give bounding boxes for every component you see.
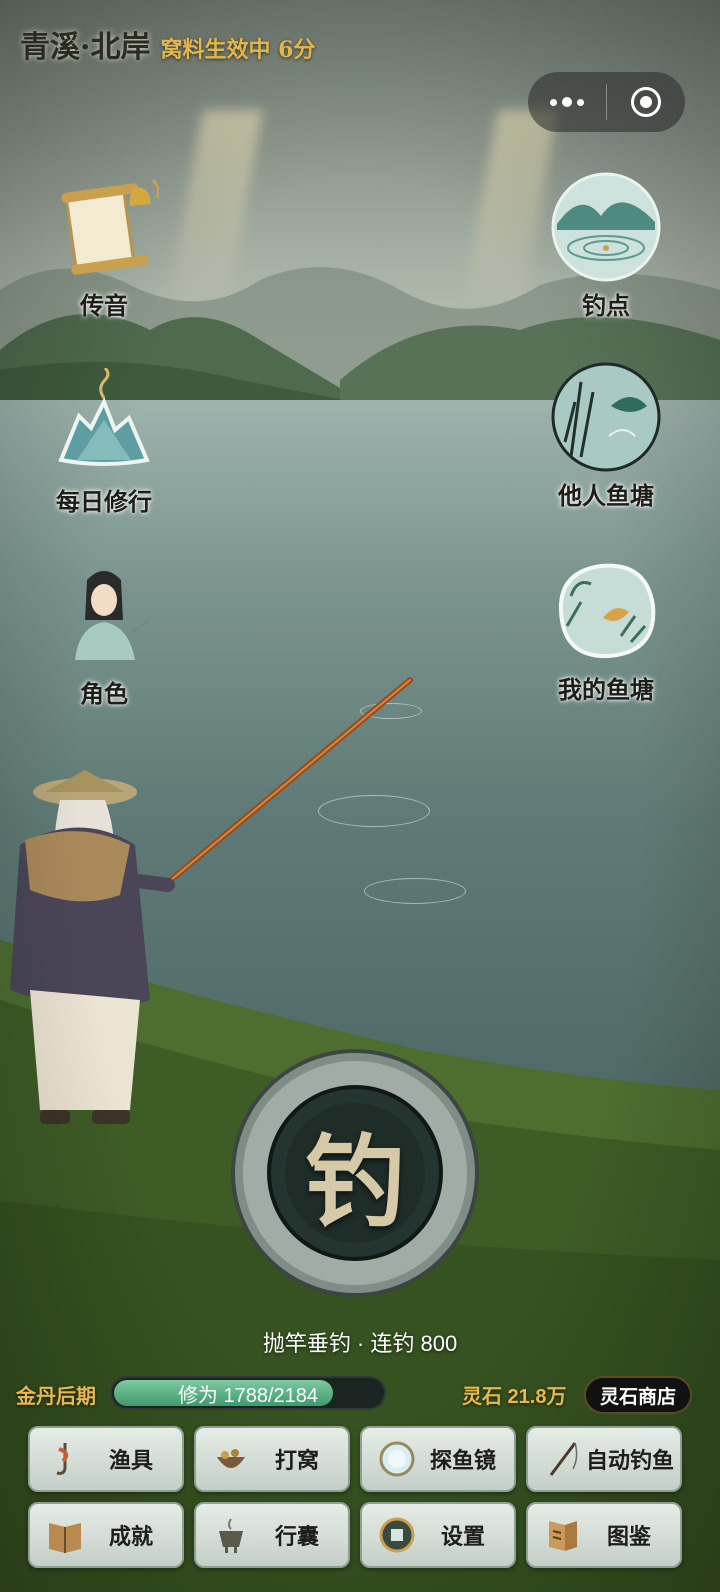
location-title: 青溪·北岸 bbox=[20, 30, 151, 65]
tool-btn-auto-fish[interactable]: 自动钓鱼 bbox=[526, 1426, 682, 1492]
tool-btn-chum[interactable]: 打窝 bbox=[194, 1426, 350, 1492]
more-dots-icon bbox=[550, 97, 584, 107]
cultivation-progress-bar: 修为 1788/2184 bbox=[110, 1376, 386, 1410]
cultivation-progress-text: 修为 1788/2184 bbox=[177, 1384, 319, 1407]
bait-bowl-icon bbox=[208, 1436, 254, 1482]
fish-char: 钓 bbox=[305, 1122, 405, 1241]
fishing-rod-icon bbox=[540, 1436, 586, 1482]
landscape-ripple-icon bbox=[551, 172, 661, 282]
more-button[interactable] bbox=[528, 72, 606, 132]
side-label: 他人鱼塘 bbox=[558, 481, 654, 510]
codex-book-icon bbox=[540, 1512, 586, 1558]
tool-btn-settings[interactable]: 设置 bbox=[360, 1502, 516, 1568]
tool-btn-achievement[interactable]: 成就 bbox=[28, 1502, 184, 1568]
tool-label: 图鉴 bbox=[606, 1524, 651, 1550]
spirit-stone-balance: 灵石 21.8万 bbox=[462, 1386, 567, 1408]
tool-label: 设置 bbox=[440, 1524, 485, 1550]
side-label: 我的鱼塘 bbox=[558, 675, 654, 704]
bait-status: 窝料生效中 6分 bbox=[160, 37, 316, 63]
incense-mountain-icon bbox=[49, 368, 159, 478]
cast-caption: 抛竿垂钓 · 连钓 800 bbox=[262, 1331, 458, 1356]
side-btn-others-pond[interactable]: 他人鱼塘 bbox=[546, 362, 666, 511]
side-btn-chuanyin[interactable]: 传音 bbox=[44, 172, 164, 321]
target-circle-icon bbox=[631, 87, 661, 117]
scroll-bell-icon bbox=[49, 172, 159, 282]
tool-label: 渔具 bbox=[108, 1448, 153, 1474]
tool-label: 探鱼镜 bbox=[429, 1448, 496, 1474]
tool-btn-bag[interactable]: 行囊 bbox=[194, 1502, 350, 1568]
header: 青溪·北岸 窝料生效中 6分 bbox=[20, 22, 315, 66]
side-btn-role[interactable]: 角色 bbox=[44, 560, 164, 709]
tool-label: 行囊 bbox=[274, 1524, 319, 1550]
coin-gear-icon bbox=[374, 1512, 420, 1558]
spirit-stone-shop-button[interactable]: 灵石商店 bbox=[584, 1376, 692, 1414]
book-icon bbox=[42, 1512, 88, 1558]
tool-btn-finder[interactable]: 探鱼镜 bbox=[360, 1426, 516, 1492]
cultivator-portrait-icon bbox=[49, 560, 159, 670]
side-label: 每日修行 bbox=[56, 487, 152, 516]
cast-fishing-button[interactable]: 钓 bbox=[230, 1048, 480, 1298]
side-label: 传音 bbox=[80, 291, 128, 320]
lure-hook-icon bbox=[42, 1436, 88, 1482]
tool-label: 自动钓鱼 bbox=[586, 1448, 675, 1474]
koi-pond-icon bbox=[551, 556, 661, 666]
side-btn-spot[interactable]: 钓点 bbox=[546, 172, 666, 321]
mirror-icon bbox=[374, 1436, 420, 1482]
tool-label: 成就 bbox=[108, 1524, 153, 1550]
side-label: 钓点 bbox=[582, 291, 630, 320]
mini-program-capsule bbox=[528, 72, 685, 132]
side-btn-my-pond[interactable]: 我的鱼塘 bbox=[546, 556, 666, 705]
tool-btn-codex[interactable]: 图鉴 bbox=[526, 1502, 682, 1568]
censer-icon bbox=[208, 1512, 254, 1558]
tool-btn-gear[interactable]: 渔具 bbox=[28, 1426, 184, 1492]
tool-label: 打窝 bbox=[274, 1448, 319, 1474]
realm-label: 金丹后期 bbox=[16, 1384, 96, 1408]
reed-fish-icon bbox=[551, 362, 661, 472]
close-button[interactable] bbox=[607, 72, 685, 132]
side-btn-daily[interactable]: 每日修行 bbox=[44, 368, 164, 517]
side-label: 角色 bbox=[80, 679, 128, 708]
